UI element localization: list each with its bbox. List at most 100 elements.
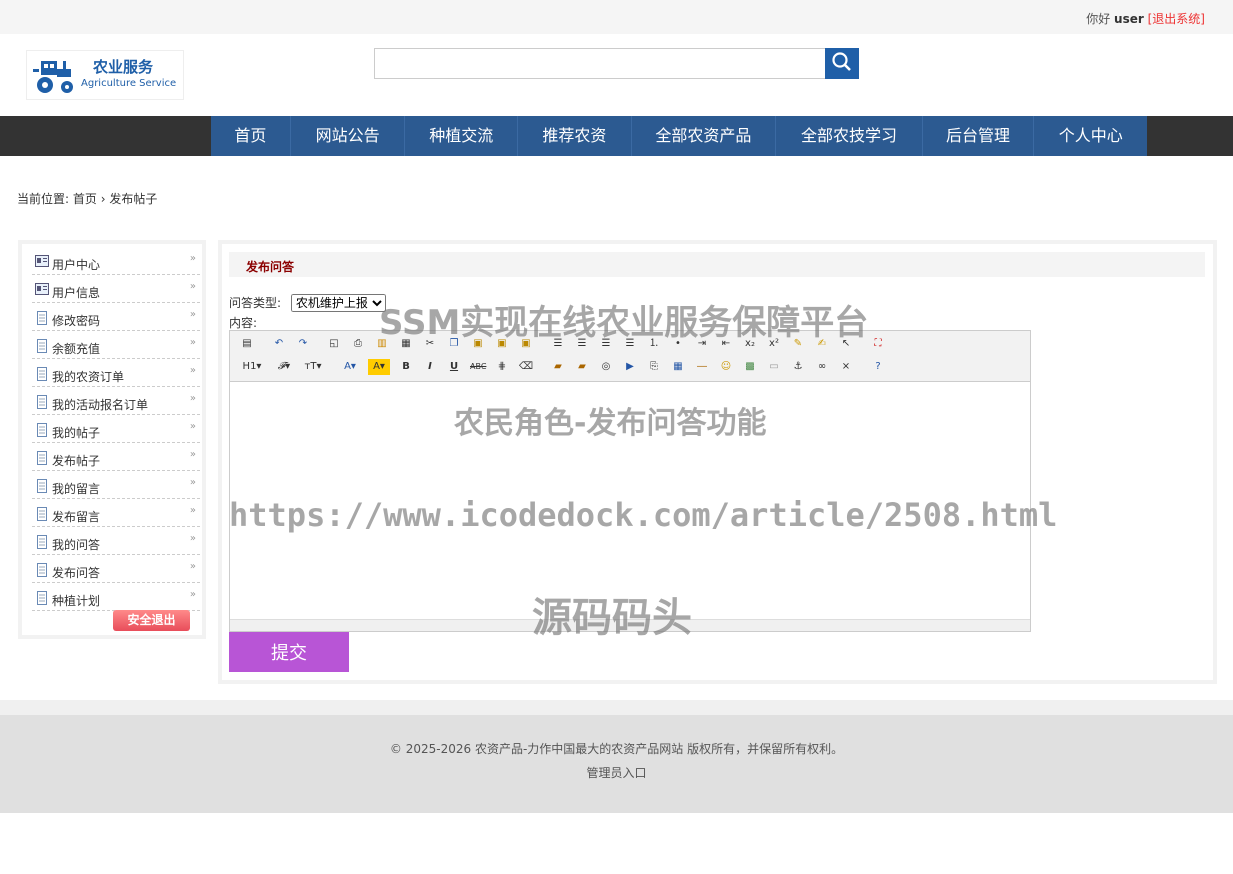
nav-all-products[interactable]: 全部农资产品 [632,116,777,156]
help-icon[interactable]: ? [870,359,886,375]
line-height-icon[interactable]: ⋕ [494,359,510,375]
sidebar-item-publish-qa[interactable]: 发布问答 » [32,556,200,583]
image-icon[interactable]: ▰ [550,359,566,375]
nav-planting-exchange[interactable]: 种植交流 [405,116,519,156]
sidebar-item-recharge[interactable]: 余额充值 » [32,332,200,359]
document-icon [35,423,49,437]
attachment-icon[interactable]: ⎘ [646,359,662,375]
sidebar-item-planting-plan[interactable]: 种植计划 » [32,584,200,611]
search-button[interactable] [825,48,859,79]
font-color-icon[interactable]: A▾ [340,359,360,375]
sidebar-item-supply-orders[interactable]: 我的农资订单 » [32,360,200,387]
emoticon-icon[interactable]: ☺ [718,359,734,375]
flash-icon[interactable]: ◎ [598,359,614,375]
italic-icon[interactable]: I [422,359,438,375]
unlink-icon[interactable]: ⨯ [838,359,854,375]
table-icon[interactable]: ▦ [670,359,686,375]
admin-entry-link[interactable]: 管理员入口 [0,764,1233,781]
top-bar: 你好 user [退出系统] [0,0,1233,34]
safe-exit-button[interactable]: 安全退出 [113,610,190,631]
link-icon[interactable]: ∞ [814,359,830,375]
align-left-icon[interactable]: ☰ [550,336,566,352]
multi-image-icon[interactable]: ▰ [574,359,590,375]
sidebar-item-user-center[interactable]: 用户中心 » [32,248,200,275]
underline-icon[interactable]: U [446,359,462,375]
code-icon[interactable]: ▦ [398,336,414,352]
chevron-right-icon: » [189,449,196,460]
horizontal-rule-icon[interactable]: ― [694,359,710,375]
header: 农业服务 Agriculture Service [0,34,1233,116]
source-icon[interactable]: ▤ [239,336,255,352]
submit-button[interactable]: 提交 [229,632,349,672]
page-break-icon[interactable]: ▭ [766,359,782,375]
chevron-right-icon: » [189,253,196,264]
qa-type-select[interactable]: 农机维护上报 [290,294,386,312]
sidebar-item-label: 我的帖子 [52,426,101,440]
paste-icon[interactable]: ▣ [470,336,486,352]
font-size-icon[interactable]: тT▾ [301,359,325,375]
sidebar-item-publish-post[interactable]: 发布帖子 » [32,444,200,471]
editor-content-area[interactable] [230,382,1030,620]
select-all-icon[interactable]: ✍ [814,336,830,352]
redo-icon[interactable]: ↷ [295,336,311,352]
nav-personal-center[interactable]: 个人中心 [1034,116,1147,156]
sidebar-item-user-info[interactable]: 用户信息 » [32,276,200,303]
nav-announcements[interactable]: 网站公告 [291,116,406,156]
sidebar-item-label: 我的问答 [52,538,101,552]
indent-icon[interactable]: ⇥ [694,336,710,352]
anchor-icon[interactable]: ⚓ [790,359,806,375]
nav-all-tech-learning[interactable]: 全部农技学习 [776,116,923,156]
cursor-icon[interactable]: ↖ [838,336,854,352]
panel-title: 发布问答 [246,260,295,274]
sidebar-item-change-password[interactable]: 修改密码 » [32,304,200,331]
document-icon [35,311,49,325]
sidebar-item-label: 发布帖子 [52,454,101,468]
nav-admin[interactable]: 后台管理 [923,116,1035,156]
highlight-color-icon[interactable]: A▾ [368,359,390,375]
fullscreen-icon[interactable]: ⛶ [870,336,886,352]
clear-format-icon[interactable]: ✎ [790,336,806,352]
bold-icon[interactable]: B [398,359,414,375]
chevron-right-icon: » [189,281,196,292]
cut-icon[interactable]: ✂ [422,336,438,352]
undo-icon[interactable]: ↶ [271,336,287,352]
paste-word-icon[interactable]: ▣ [518,336,534,352]
print-icon[interactable]: ⎙ [350,336,366,352]
logout-link[interactable]: [退出系统] [1148,12,1205,26]
sidebar-item-activity-orders[interactable]: 我的活动报名订单 » [32,388,200,415]
paste-text-icon[interactable]: ▣ [494,336,510,352]
superscript-icon[interactable]: x² [766,336,782,352]
sidebar-item-label: 发布问答 [52,566,101,580]
template-icon[interactable]: ▥ [374,336,390,352]
map-icon[interactable]: ▩ [742,359,758,375]
search-input[interactable] [374,48,825,79]
sidebar-item-publish-message[interactable]: 发布留言 » [32,500,200,527]
unordered-list-icon[interactable]: • [670,336,686,352]
font-family-icon[interactable]: 𝓕▾ [273,359,295,375]
sidebar-item-label: 我的农资订单 [52,370,125,384]
eraser-icon[interactable]: ⌫ [518,359,534,375]
outdent-icon[interactable]: ⇤ [718,336,734,352]
editor-resize-bar[interactable] [230,619,1030,631]
nav-recommended-supplies[interactable]: 推荐农资 [518,116,632,156]
media-icon[interactable]: ▶ [622,359,638,375]
align-right-icon[interactable]: ☰ [598,336,614,352]
search-box [374,48,859,79]
qa-type-row: 问答类型: 农机维护上报 [229,294,386,312]
copy-icon[interactable]: ❐ [446,336,462,352]
sidebar-item-label: 发布留言 [52,510,101,524]
subscript-icon[interactable]: x₂ [742,336,758,352]
logo[interactable]: 农业服务 Agriculture Service [26,50,184,100]
strikethrough-icon[interactable]: ABC [470,359,486,375]
sidebar-item-my-messages[interactable]: 我的留言 » [32,472,200,499]
preview-icon[interactable]: ◱ [326,336,342,352]
breadcrumb-home[interactable]: 首页 [73,192,97,206]
ordered-list-icon[interactable]: ⒈ [646,336,662,352]
sidebar-item-my-posts[interactable]: 我的帖子 » [32,416,200,443]
heading-icon[interactable]: H1▾ [239,359,265,375]
search-icon [832,52,851,71]
align-center-icon[interactable]: ☰ [574,336,590,352]
sidebar-item-my-qa[interactable]: 我的问答 » [32,528,200,555]
nav-home[interactable]: 首页 [211,116,291,156]
align-justify-icon[interactable]: ☰ [622,336,638,352]
